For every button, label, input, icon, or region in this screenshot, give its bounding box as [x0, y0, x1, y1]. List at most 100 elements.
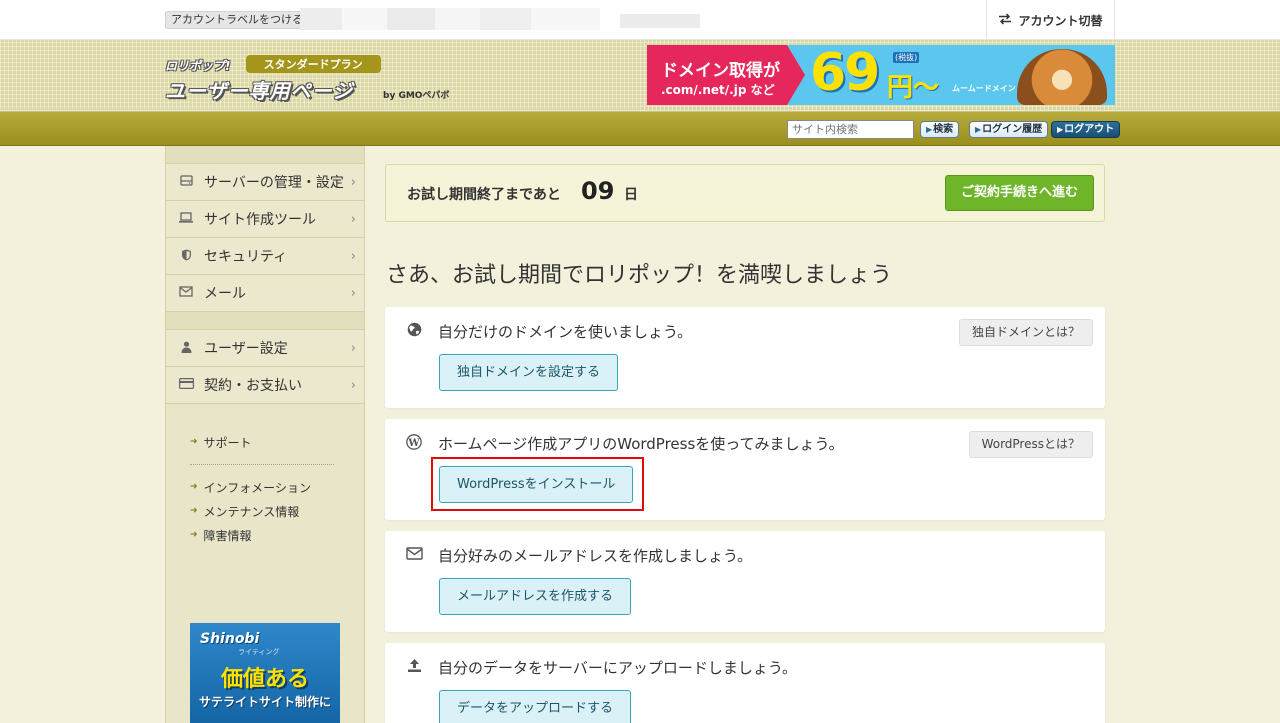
sidebar-item-label: セキュリティ: [204, 249, 288, 265]
laptop-icon: [178, 212, 194, 226]
dotted-divider: [190, 464, 334, 465]
chevron-right-icon: ›: [350, 377, 356, 393]
arrow-right-icon: ➜: [190, 506, 198, 516]
logo-brand: ロリポップ!: [165, 59, 231, 73]
login-history-label: ログイン履歴: [982, 124, 1043, 135]
chevron-right-icon: ›: [350, 340, 356, 356]
plan-badge: スタンダードプラン: [245, 55, 381, 73]
logout-label: ログアウト: [1064, 124, 1115, 135]
sidebar-link-information[interactable]: ➜ インフォメーション: [190, 475, 364, 499]
sidebar-spacer: [166, 146, 364, 164]
sidebar-item-label: ユーザー設定: [204, 341, 288, 357]
create-mail-address-button[interactable]: メールアドレスを作成する: [439, 578, 632, 615]
banner-line2: .com/.net/.jp など: [661, 83, 775, 97]
chevron-right-icon: ›: [350, 211, 356, 227]
card-mail: 自分好みのメールアドレスを作成しましょう。 メールアドレスを作成する: [385, 531, 1105, 632]
login-history-button[interactable]: ▶ログイン履歴: [969, 121, 1049, 138]
link-label: 障害情報: [203, 528, 252, 543]
mail-icon: [178, 286, 194, 300]
shinobi-tagline: サテライトサイト制作に: [198, 695, 331, 709]
sidebar: サーバーの管理・設定 › サイト作成ツール › セキュリティ › メール › ユ…: [165, 146, 365, 723]
card-text: 自分だけのドメインを使いましょう。: [438, 323, 693, 341]
sidebar-item-billing[interactable]: 契約・お支払い ›: [166, 367, 364, 404]
blurred-account-info-2: [620, 14, 700, 28]
card-text: 自分好みのメールアドレスを作成しましょう。: [438, 547, 753, 565]
triangle-icon: ▶: [1057, 125, 1064, 134]
user-icon: [178, 341, 194, 356]
account-switch-label: アカウント切替: [1018, 13, 1103, 28]
link-label: メンテナンス情報: [203, 504, 300, 519]
svg-text:W: W: [407, 438, 420, 449]
triangle-icon: ▶: [975, 125, 982, 134]
upload-icon: [405, 658, 423, 677]
logo-by: by GMOペパボ: [383, 91, 450, 101]
sidebar-links: ➜ サポート ➜ インフォメーション ➜ メンテナンス情報 ➜ 障害情報: [166, 404, 364, 547]
domain-ad-banner[interactable]: ドメイン取得が .com/.net/.jp など 69 (税抜) 円〜 ムームー…: [647, 45, 1115, 105]
what-is-wordpress-button[interactable]: WordPressとは？: [968, 431, 1093, 458]
card-text: 自分のデータをサーバーにアップロードしましょう。: [438, 659, 797, 677]
card-text: ホームページ作成アプリのWordPressを使ってみましょう。: [438, 435, 844, 453]
banner-tax: (税抜): [893, 52, 920, 63]
page-title: さあ、お試し期間でロリポップ！を満喫しましょう: [386, 263, 893, 288]
sidebar-item-label: 契約・お支払い: [204, 378, 302, 394]
chevron-right-icon: ›: [350, 285, 356, 301]
account-switch-button[interactable]: アカウント切替: [986, 0, 1115, 40]
trial-period-notice: お試し期間終了まであと 09 日 ご契約手続きへ進む: [385, 164, 1105, 222]
shield-icon: [178, 249, 194, 264]
banner-brand: ムームードメイン: [952, 84, 1016, 93]
sidebar-link-maintenance[interactable]: ➜ メンテナンス情報: [190, 499, 364, 523]
logo-title: ユーザー専用ページ: [165, 79, 354, 103]
highlight-box: [431, 457, 644, 511]
top-bar: アカウントラベルをつける アカウント切替: [0, 0, 1280, 40]
shinobi-headline: 価値ある: [220, 667, 309, 692]
sidebar-item-label: メール: [204, 286, 246, 302]
chevron-right-icon: ›: [350, 248, 356, 264]
upload-data-button[interactable]: データをアップロードする: [439, 690, 632, 723]
chevron-right-icon: ›: [350, 174, 356, 190]
banner-red-panel: ドメイン取得が .com/.net/.jp など: [647, 45, 805, 105]
set-custom-domain-button[interactable]: 独自ドメインを設定する: [439, 354, 619, 391]
link-label: インフォメーション: [203, 480, 311, 495]
search-button[interactable]: ▶検索: [920, 121, 960, 138]
lolipop-logo[interactable]: ロリポップ! スタンダードプラン ユーザー専用ページ by GMOペパボ: [165, 55, 465, 103]
sidebar-link-support[interactable]: ➜ サポート: [190, 430, 364, 454]
sidebar-item-security[interactable]: セキュリティ ›: [166, 238, 364, 275]
site-search-input[interactable]: [787, 120, 914, 139]
triangle-icon: ▶: [926, 125, 933, 134]
utility-nav: ▶検索 ▶ログイン履歴 ▶ログアウト: [0, 112, 1280, 146]
shinobi-logo: Shinobi: [200, 631, 260, 647]
banner-line1: ドメイン取得が: [661, 61, 780, 81]
link-label: サポート: [203, 435, 252, 450]
globe-icon: [405, 322, 423, 341]
trial-days-unit: 日: [624, 187, 638, 203]
banner-yen: 円〜: [887, 73, 940, 103]
arrow-right-icon: ➜: [190, 437, 198, 447]
proceed-to-contract-button[interactable]: ご契約手続きへ進む: [945, 175, 1094, 211]
sidebar-link-failure[interactable]: ➜ 障害情報: [190, 523, 364, 547]
account-label-button[interactable]: アカウントラベルをつける: [165, 11, 309, 29]
sidebar-item-server[interactable]: サーバーの管理・設定 ›: [166, 164, 364, 201]
wordpress-icon: W: [405, 434, 423, 454]
envelope-icon: [405, 546, 423, 564]
shinobi-ad-banner[interactable]: Shinobi ライティング 価値ある サテライトサイト制作に: [190, 623, 340, 723]
swap-arrows-icon: [998, 12, 1012, 28]
search-button-label: 検索: [933, 124, 954, 135]
sidebar-item-site-tools[interactable]: サイト作成ツール ›: [166, 201, 364, 238]
server-icon: [178, 175, 194, 189]
what-is-custom-domain-button[interactable]: 独自ドメインとは？: [958, 319, 1093, 346]
banner-price: 69: [810, 45, 880, 103]
sidebar-item-mail[interactable]: メール ›: [166, 275, 364, 312]
credit-card-icon: [178, 378, 194, 392]
sidebar-item-label: サイト作成ツール: [204, 212, 316, 228]
trial-days-count: 09: [581, 177, 615, 205]
arrow-right-icon: ➜: [190, 530, 198, 540]
sidebar-separator: [166, 312, 364, 330]
sidebar-item-user-settings[interactable]: ユーザー設定 ›: [166, 330, 364, 367]
card-domain: 自分だけのドメインを使いましょう。 独自ドメインとは？ 独自ドメインを設定する: [385, 307, 1105, 408]
card-upload: 自分のデータをサーバーにアップロードしましょう。 データをアップロードする: [385, 643, 1105, 723]
shiba-dog-image: [1017, 49, 1107, 105]
shinobi-subtitle: ライティング: [238, 648, 280, 656]
site-header: ロリポップ! スタンダードプラン ユーザー専用ページ by GMOペパボ ドメイ…: [0, 40, 1280, 112]
logout-button[interactable]: ▶ログアウト: [1051, 121, 1121, 138]
arrow-right-icon: ➜: [190, 482, 198, 492]
